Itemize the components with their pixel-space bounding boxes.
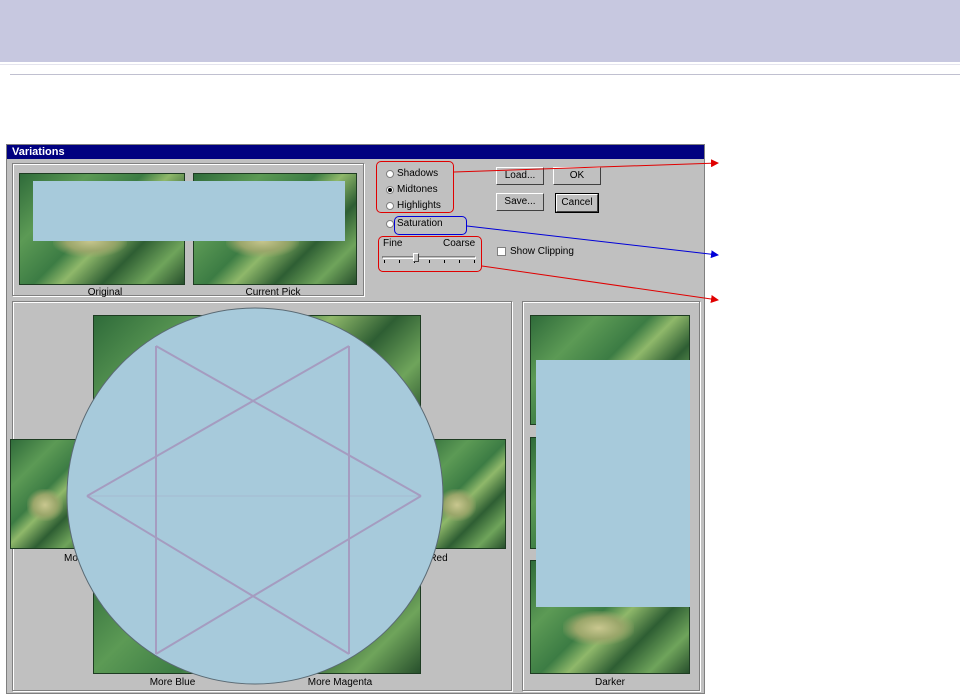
tone-callout-arrow <box>453 159 719 173</box>
slider-callout-arrow <box>481 265 719 303</box>
saturation-callout-arrow <box>466 225 719 259</box>
annotation-overlay <box>66 159 719 685</box>
